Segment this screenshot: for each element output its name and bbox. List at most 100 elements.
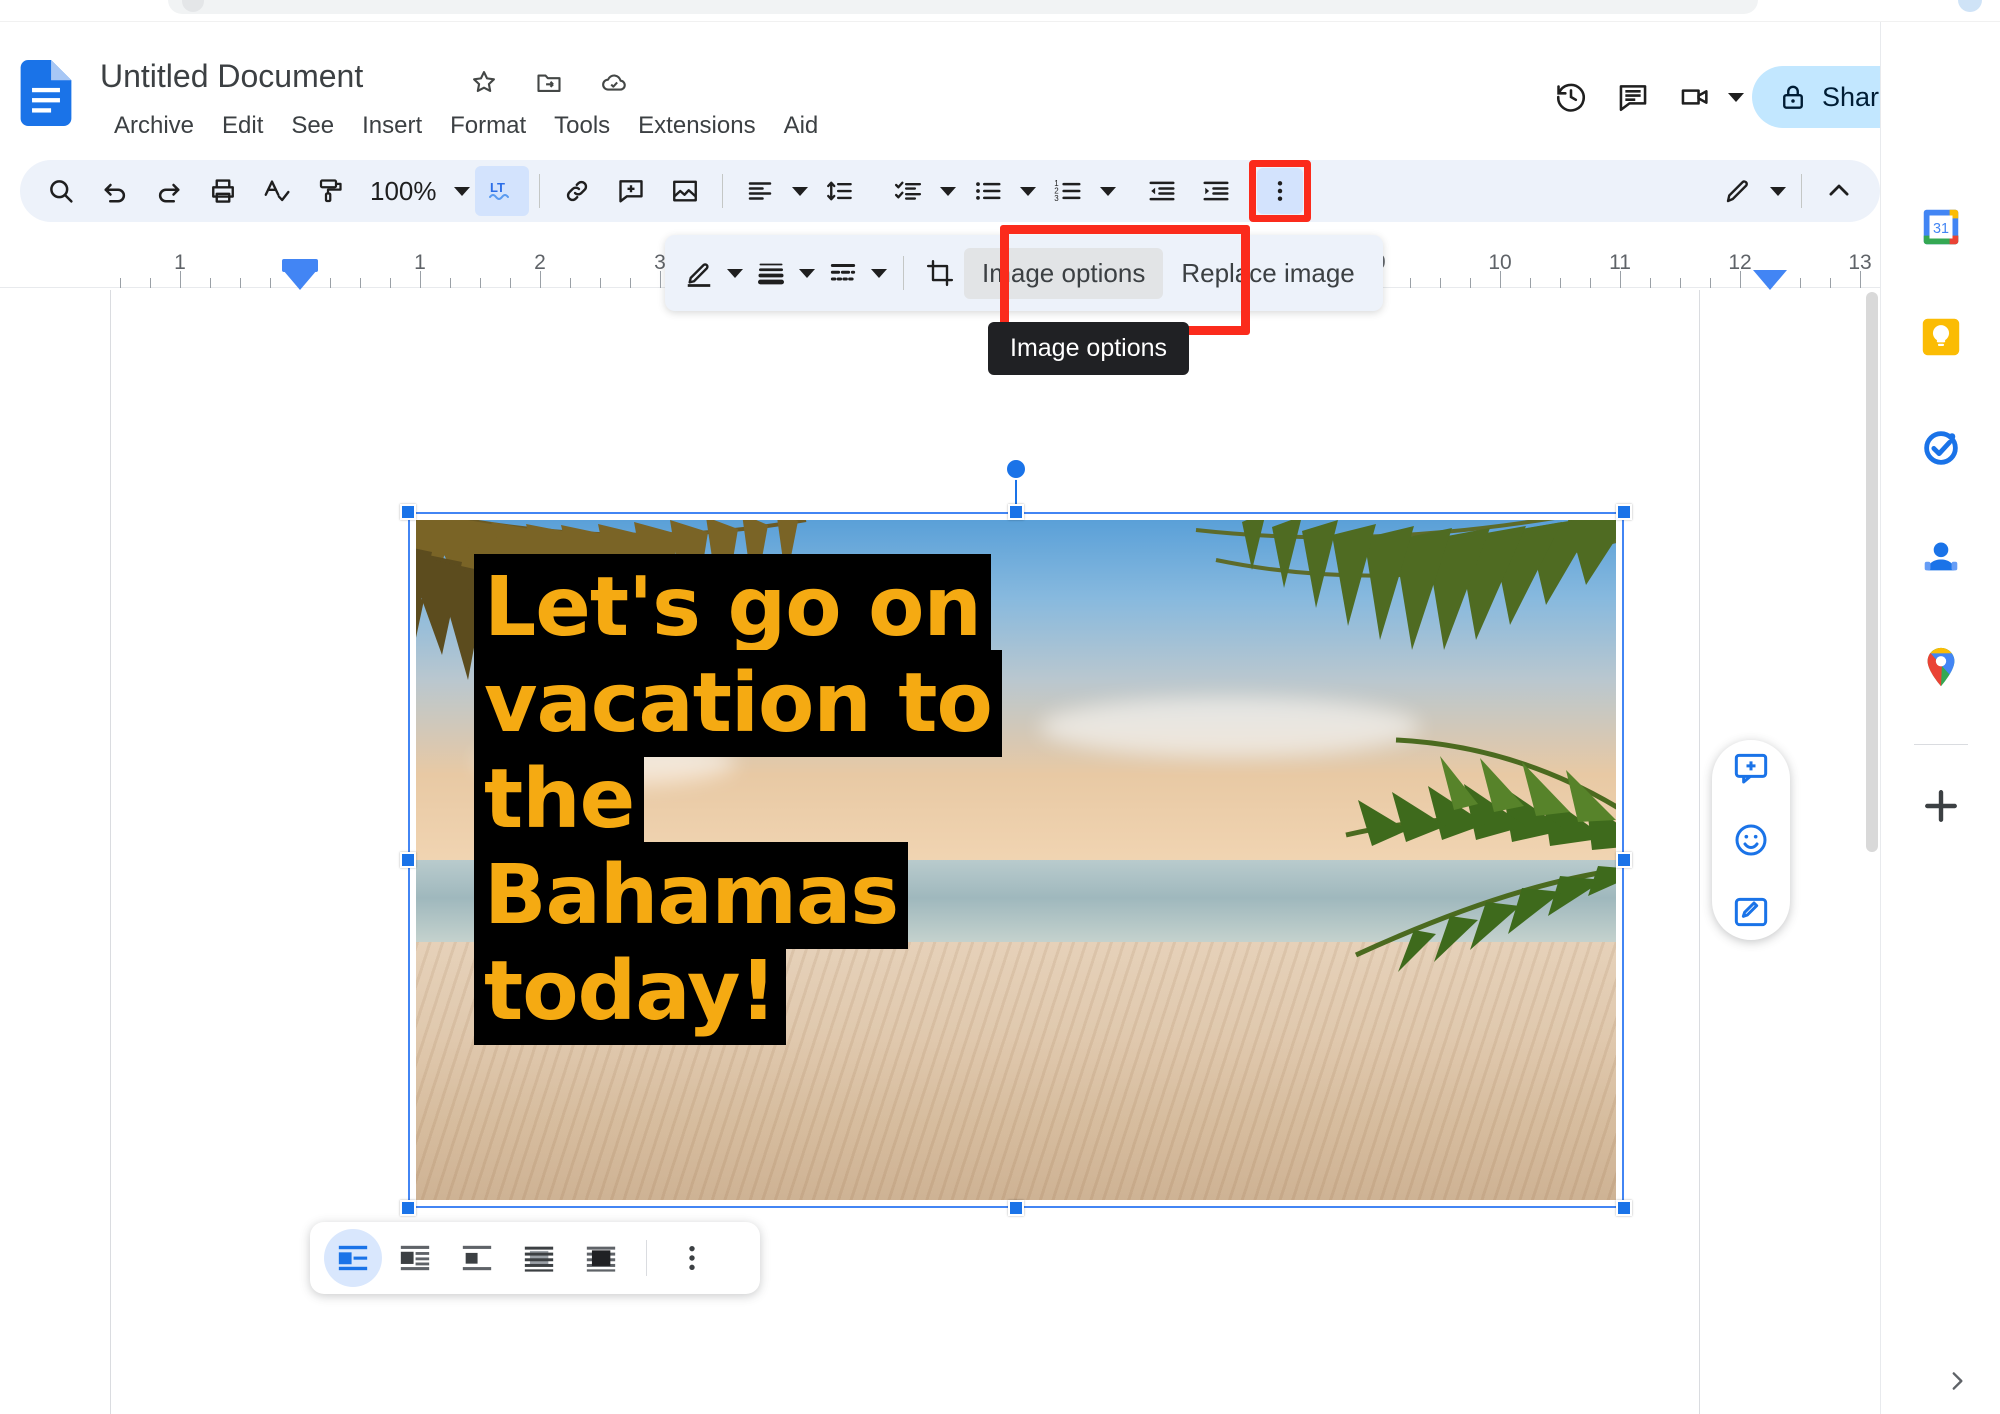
numbered-list-chevron-down-icon[interactable] — [1095, 166, 1121, 216]
border-color-chevron-down-icon[interactable] — [723, 247, 747, 299]
wrap-more-options-icon[interactable] — [663, 1229, 721, 1287]
line-spacing-icon[interactable] — [813, 166, 867, 216]
zoom-value[interactable]: 100% — [358, 176, 449, 207]
google-keep-icon[interactable] — [1902, 282, 1980, 392]
image-overflow-toolbar: Image options Replace image — [665, 235, 1383, 311]
border-dash-chevron-down-icon[interactable] — [867, 247, 891, 299]
checklist-icon[interactable] — [881, 166, 935, 216]
docs-header: Untitled Document Archive Edit See Inser… — [0, 22, 2000, 142]
wrap-text-icon[interactable] — [386, 1229, 444, 1287]
editing-mode-chevron-down-icon[interactable] — [1765, 166, 1791, 216]
google-docs-logo-icon[interactable] — [20, 60, 72, 126]
inline-wrap-icon[interactable] — [324, 1229, 382, 1287]
lock-icon — [1778, 82, 1808, 112]
meet-chevron-down-icon[interactable] — [1727, 92, 1744, 102]
editing-mode-icon[interactable] — [1711, 166, 1765, 216]
vertical-scrollbar[interactable] — [1866, 292, 1878, 852]
move-to-folder-icon[interactable] — [535, 68, 569, 102]
add-comment-icon[interactable] — [1726, 743, 1776, 793]
print-icon[interactable] — [196, 166, 250, 216]
ruler-tick — [630, 278, 631, 288]
align-icon[interactable] — [733, 166, 787, 216]
right-indent-marker[interactable] — [1753, 270, 1787, 290]
ruler-label: 11 — [1609, 251, 1631, 274]
align-chevron-down-icon[interactable] — [787, 166, 813, 216]
collapse-toolbar-icon[interactable] — [1812, 166, 1866, 216]
saved-to-drive-icon[interactable] — [600, 68, 634, 102]
ruler-tick — [1590, 278, 1591, 288]
break-text-icon[interactable] — [448, 1229, 506, 1287]
image-options-menu-item[interactable]: Image options — [964, 247, 1164, 299]
google-calendar-icon[interactable]: 31 — [1902, 172, 1980, 282]
star-icon[interactable] — [470, 68, 504, 102]
border-weight-icon[interactable] — [747, 247, 795, 299]
google-tasks-icon[interactable] — [1902, 392, 1980, 502]
ruler-tick — [600, 278, 601, 288]
resize-handle-bottom-left[interactable] — [400, 1200, 416, 1216]
browser-profile-avatar[interactable] — [1958, 0, 1982, 12]
rotate-handle[interactable] — [1005, 458, 1027, 480]
add-addon-icon[interactable] — [1902, 767, 1980, 845]
more-options-icon[interactable] — [1256, 168, 1303, 214]
svg-text:3: 3 — [1054, 194, 1059, 203]
checklist-chevron-down-icon[interactable] — [935, 166, 961, 216]
zoom-chevron-down-icon[interactable] — [449, 166, 475, 216]
ruler-tick — [1800, 278, 1801, 288]
ruler-tick — [450, 278, 451, 288]
in-front-of-text-icon[interactable] — [572, 1229, 630, 1287]
resize-handle-top-center[interactable] — [1008, 504, 1024, 520]
ruler-label: 2 — [534, 251, 546, 274]
languagetool-icon[interactable]: LT — [474, 166, 529, 216]
replace-image-menu-item[interactable]: Replace image — [1163, 248, 1372, 299]
insert-image-icon[interactable] — [658, 166, 712, 216]
menu-insert[interactable]: Insert — [348, 108, 436, 144]
browser-chrome-strip — [0, 0, 2000, 22]
paint-format-icon[interactable] — [304, 166, 358, 216]
border-color-icon[interactable] — [675, 247, 723, 299]
resize-handle-bottom-right[interactable] — [1616, 1200, 1632, 1216]
add-emoji-reaction-icon[interactable] — [1726, 815, 1776, 865]
numbered-list-icon[interactable]: 123 — [1041, 166, 1095, 216]
add-comment-icon[interactable] — [604, 166, 658, 216]
menu-aid[interactable]: Aid — [770, 108, 833, 144]
menu-archive[interactable]: Archive — [100, 108, 208, 144]
bulleted-list-icon[interactable] — [961, 166, 1015, 216]
redo-icon[interactable] — [142, 166, 196, 216]
ruler-tick — [480, 278, 481, 288]
resize-handle-top-left[interactable] — [400, 504, 416, 520]
insert-link-icon[interactable] — [550, 166, 604, 216]
menu-format[interactable]: Format — [436, 108, 540, 144]
version-history-icon[interactable] — [1540, 66, 1602, 128]
comment-history-icon[interactable] — [1602, 66, 1664, 128]
selected-image[interactable]: Let's go on vacation to the Bahamas toda… — [400, 458, 1632, 1216]
decrease-indent-icon[interactable] — [1135, 166, 1189, 216]
increase-indent-icon[interactable] — [1189, 166, 1243, 216]
undo-icon[interactable] — [88, 166, 142, 216]
ruler-label: 12 — [1728, 251, 1752, 274]
omnibox[interactable] — [168, 0, 1758, 14]
left-indent-marker[interactable] — [283, 270, 317, 290]
menu-edit[interactable]: Edit — [208, 108, 277, 144]
collapse-side-panel-icon[interactable] — [1940, 1364, 1974, 1398]
menu-see[interactable]: See — [277, 108, 348, 144]
google-maps-icon[interactable] — [1902, 612, 1980, 722]
menu-tools[interactable]: Tools — [540, 108, 624, 144]
resize-handle-middle-right[interactable] — [1616, 852, 1632, 868]
border-dash-icon[interactable] — [819, 247, 867, 299]
resize-handle-bottom-center[interactable] — [1008, 1200, 1024, 1216]
ruler-tick — [270, 278, 271, 288]
border-weight-chevron-down-icon[interactable] — [795, 247, 819, 299]
meet-button-group — [1664, 66, 1752, 128]
meet-icon[interactable] — [1664, 66, 1726, 128]
google-contacts-icon[interactable] — [1902, 502, 1980, 612]
suggest-edits-icon[interactable] — [1726, 887, 1776, 937]
behind-text-icon[interactable] — [510, 1229, 568, 1287]
document-title[interactable]: Untitled Document — [100, 58, 363, 95]
resize-handle-middle-left[interactable] — [400, 852, 416, 868]
spelling-check-icon[interactable] — [250, 166, 304, 216]
search-icon[interactable] — [34, 166, 88, 216]
bulleted-list-chevron-down-icon[interactable] — [1015, 166, 1041, 216]
crop-icon[interactable] — [916, 247, 964, 299]
menu-extensions[interactable]: Extensions — [624, 108, 769, 144]
resize-handle-top-right[interactable] — [1616, 504, 1632, 520]
